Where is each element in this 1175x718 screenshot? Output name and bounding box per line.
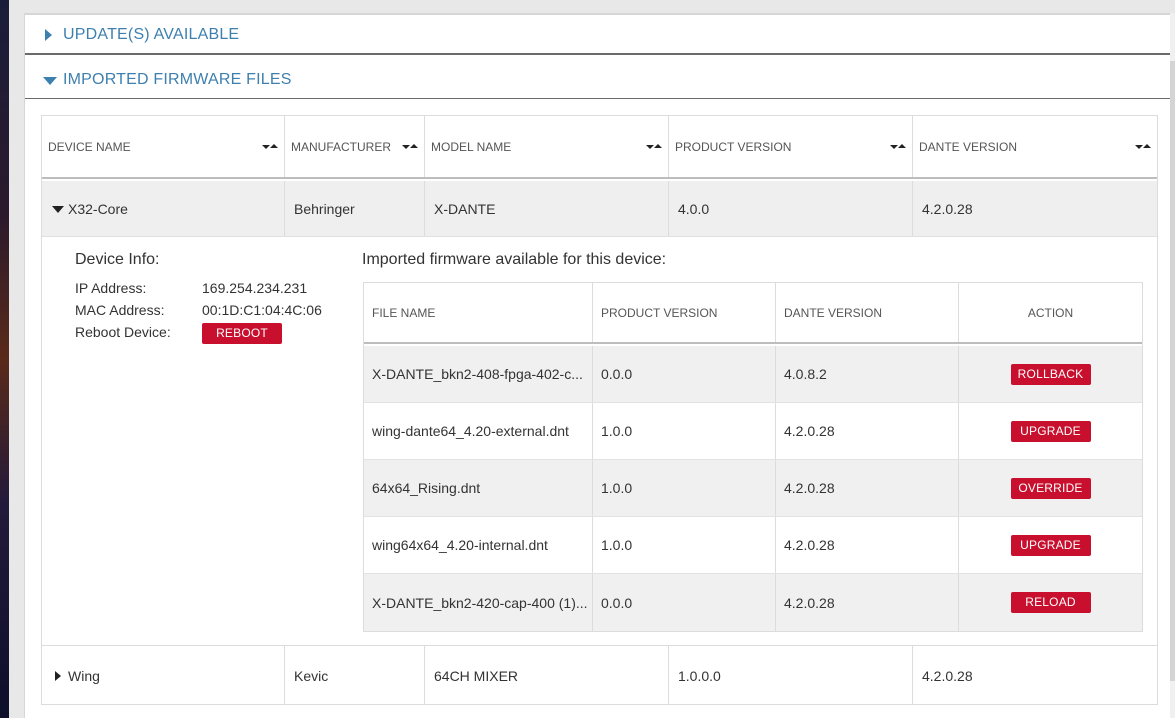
- dante-version: 4.2.0.28: [776, 460, 959, 516]
- dante-version: 4.2.0.28: [776, 403, 959, 459]
- col-header-device-name[interactable]: DEVICE NAME: [42, 116, 285, 177]
- model-name: 64CH MIXER: [434, 667, 519, 684]
- section-imported-firmware[interactable]: IMPORTED FIRMWARE FILES: [43, 69, 292, 91]
- file-name: X-DANTE_bkn2-408-fpga-402-c...: [364, 346, 593, 402]
- sort-icon[interactable]: [646, 143, 662, 151]
- product-version: 1.0.0: [593, 460, 776, 516]
- model-name: X-DANTE: [434, 200, 496, 217]
- device-details: Device Info: IP Address: 169.254.234.231 …: [42, 237, 1157, 645]
- caret-down-icon: [43, 74, 57, 86]
- table-row: X-DANTE_bkn2-408-fpga-402-c... 0.0.0 4.0…: [364, 346, 1142, 403]
- section-updates-label: UPDATE(S) AVAILABLE: [63, 26, 240, 43]
- background-strip: [0, 0, 9, 718]
- product-version: 1.0.0.0: [678, 667, 721, 684]
- dante-version: 4.0.8.2: [776, 346, 959, 402]
- product-version: 1.0.0: [593, 403, 776, 459]
- ip-address-row: IP Address: 169.254.234.231: [75, 280, 307, 296]
- file-name: 64x64_Rising.dnt: [364, 460, 593, 516]
- firmware-panel: UPDATE(S) AVAILABLE IMPORTED FIRMWARE FI…: [24, 13, 1175, 718]
- device-name: X32-Core: [68, 200, 128, 217]
- caret-right-icon: [43, 29, 55, 41]
- firmware-table-header: FILE NAME PRODUCT VERSION DANTE VERSION …: [364, 283, 1142, 344]
- divider: [25, 53, 1171, 55]
- devices-table: DEVICE NAME MANUFACTURER MODEL NAME PROD…: [41, 115, 1158, 705]
- device-info-title: Device Info:: [75, 251, 160, 268]
- override-button[interactable]: OVERRIDE: [1010, 477, 1091, 499]
- mac-address-row: MAC Address: 00:1D:C1:04:4C:06: [75, 302, 322, 318]
- reboot-device-label: Reboot Device:: [75, 324, 171, 340]
- firmware-table: FILE NAME PRODUCT VERSION DANTE VERSION …: [363, 282, 1143, 632]
- dante-version: 4.2.0.28: [776, 574, 959, 631]
- product-version: 4.0.0: [678, 200, 710, 217]
- sort-icon[interactable]: [402, 143, 418, 151]
- section-imported-label: IMPORTED FIRMWARE FILES: [63, 71, 292, 88]
- dante-version: 4.2.0.28: [776, 517, 959, 573]
- col-header-action: ACTION: [1027, 305, 1074, 320]
- manufacturer: Behringer: [294, 200, 355, 217]
- table-row[interactable]: X32-Core Behringer X-DANTE 4.0.0 4.2.0.2…: [42, 181, 1157, 237]
- sort-icon[interactable]: [1135, 143, 1151, 151]
- col-header-file-name: FILE NAME: [364, 283, 593, 342]
- upgrade-button[interactable]: UPGRADE: [1010, 534, 1091, 556]
- col-header-manufacturer[interactable]: MANUFACTURER: [285, 116, 425, 177]
- col-header-dante-version: DANTE VERSION: [776, 283, 959, 342]
- scrollbar-thumb[interactable]: [1170, 61, 1175, 681]
- sort-icon[interactable]: [890, 143, 906, 151]
- product-version: 0.0.0: [593, 346, 776, 402]
- mac-address-value: 00:1D:C1:04:4C:06: [202, 302, 322, 318]
- manufacturer: Kevic: [294, 667, 329, 684]
- file-name: wing64x64_4.20-internal.dnt: [364, 517, 593, 573]
- caret-right-icon[interactable]: [52, 670, 64, 681]
- col-header-product-version: PRODUCT VERSION: [593, 283, 776, 342]
- product-version: 1.0.0: [593, 517, 776, 573]
- upgrade-button[interactable]: UPGRADE: [1010, 420, 1091, 442]
- table-row: wing-dante64_4.20-external.dnt 1.0.0 4.2…: [364, 403, 1142, 460]
- table-row: 64x64_Rising.dnt 1.0.0 4.2.0.28 OVERRIDE: [364, 460, 1142, 517]
- rollback-button[interactable]: ROLLBACK: [1010, 363, 1091, 385]
- file-name: X-DANTE_bkn2-420-cap-400 (1)...: [364, 574, 593, 631]
- file-name: wing-dante64_4.20-external.dnt: [364, 403, 593, 459]
- caret-down-icon[interactable]: [52, 204, 64, 214]
- scrollbar[interactable]: [1170, 13, 1175, 718]
- devices-table-header: DEVICE NAME MANUFACTURER MODEL NAME PROD…: [42, 116, 1157, 179]
- reboot-row: Reboot Device:: [75, 324, 202, 340]
- table-row: X-DANTE_bkn2-420-cap-400 (1)... 0.0.0 4.…: [364, 574, 1142, 631]
- col-header-product-version[interactable]: PRODUCT VERSION: [669, 116, 913, 177]
- device-name: Wing: [68, 667, 100, 684]
- divider: [25, 98, 1171, 99]
- firmware-list-title: Imported firmware available for this dev…: [362, 251, 667, 268]
- col-header-model-name[interactable]: MODEL NAME: [425, 116, 669, 177]
- ip-address-value: 169.254.234.231: [202, 280, 308, 296]
- product-version: 0.0.0: [593, 574, 776, 631]
- section-updates-available[interactable]: UPDATE(S) AVAILABLE: [43, 24, 239, 46]
- dante-version: 4.2.0.28: [922, 667, 973, 684]
- reboot-button[interactable]: REBOOT: [202, 323, 282, 344]
- mac-address-label: MAC Address:: [75, 302, 165, 318]
- col-header-dante-version[interactable]: DANTE VERSION: [913, 116, 1157, 177]
- ip-address-label: IP Address:: [75, 280, 147, 296]
- reload-button[interactable]: RELOAD: [1010, 592, 1091, 613]
- table-row: wing64x64_4.20-internal.dnt 1.0.0 4.2.0.…: [364, 517, 1142, 574]
- table-row[interactable]: Wing Kevic 64CH MIXER 1.0.0.0 4.2.0.28: [42, 645, 1157, 705]
- dante-version: 4.2.0.28: [922, 200, 973, 217]
- sort-icon[interactable]: [262, 143, 278, 151]
